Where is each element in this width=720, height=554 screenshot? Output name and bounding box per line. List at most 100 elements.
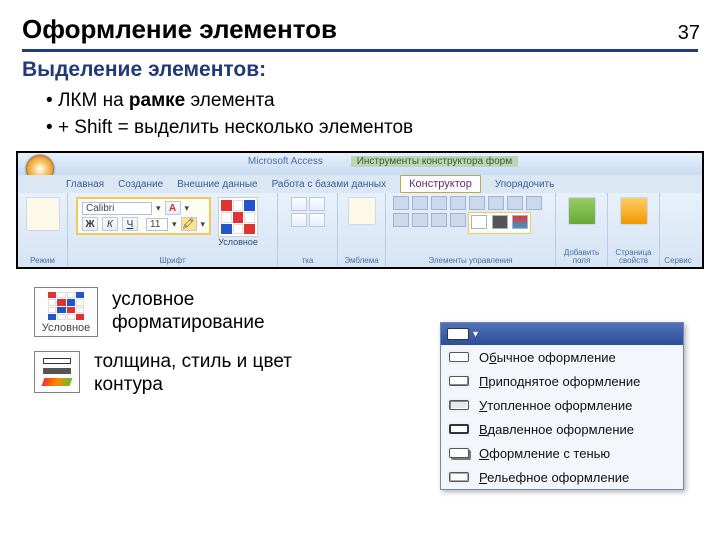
underline-icon[interactable]: Ч <box>122 217 138 231</box>
app-title-text: Microsoft Access <box>248 156 323 167</box>
control-icon[interactable] <box>507 196 523 210</box>
tab-home[interactable]: Главная <box>66 179 104 190</box>
group-add-fields: Добавить поля <box>556 193 608 267</box>
bullet-2: + Shift = выделить несколько элементов <box>46 115 720 142</box>
dropdown-item[interactable]: Утопленное оформление <box>441 393 683 417</box>
control-icon[interactable] <box>412 196 428 210</box>
control-icon[interactable] <box>488 196 504 210</box>
emblem-button-icon[interactable] <box>348 197 376 225</box>
group-prop-sheet: Страница свойств <box>608 193 660 267</box>
font-highlight: Calibri ▾ A ▾ Ж К Ч 11 ▾ 🖍 ▾ <box>76 197 211 235</box>
subtitle: Выделение элементов: <box>22 58 720 82</box>
bullet-list: ЛКМ на рамке элемента + Shift = выделить… <box>46 88 720 141</box>
grid-btn-4-icon[interactable] <box>309 213 325 227</box>
dropdown-header-swatch-icon <box>447 328 469 340</box>
group-emblem: Эмблема <box>338 193 386 267</box>
context-title: Инструменты конструктора форм <box>351 156 518 167</box>
control-icon[interactable] <box>412 213 428 227</box>
dropdown-header[interactable]: ▾ <box>441 323 683 345</box>
bullet-1-pre: ЛКМ на <box>58 90 129 111</box>
dropdown-item-icon <box>447 349 471 365</box>
line-style-icon <box>43 368 71 374</box>
group-service: Сервис <box>660 193 696 267</box>
group-controls: Элементы управления <box>386 193 556 267</box>
conditional-button-label: Условное <box>35 322 97 334</box>
dropdown-item-label: Рельефное оформление <box>479 470 629 485</box>
dropdown-item-label: Обычное оформление <box>479 350 616 365</box>
conditional-label: Условное <box>218 237 258 247</box>
font-name-select[interactable]: Calibri <box>82 202 152 215</box>
control-icon[interactable] <box>393 213 409 227</box>
group-prop-sheet-label: Страница свойств <box>614 249 653 265</box>
group-view-label: Режим <box>30 256 55 265</box>
add-fields-icon[interactable] <box>568 197 596 225</box>
fill-color-icon[interactable]: 🖍 <box>181 217 197 231</box>
conditional-button[interactable]: Условное <box>34 287 98 337</box>
line-color-icon[interactable] <box>512 215 528 229</box>
font-size-select[interactable]: 11 <box>146 218 168 231</box>
control-icon[interactable] <box>431 213 447 227</box>
line-tools-button[interactable] <box>34 351 80 393</box>
bold-icon[interactable]: Ж <box>82 217 98 231</box>
line-thickness-icon <box>43 358 71 364</box>
bullet-1-post: элемента <box>185 90 274 111</box>
dropdown-item[interactable]: Рельефное оформление <box>441 465 683 489</box>
group-service-label: Сервис <box>664 256 691 265</box>
tab-external[interactable]: Внешние данные <box>177 179 257 190</box>
control-icon[interactable] <box>393 196 409 210</box>
dropdown-item-icon <box>447 445 471 461</box>
chevron-down-icon: ▾ <box>473 329 478 340</box>
conditional-caption: условное форматирование <box>112 289 272 335</box>
control-icon[interactable] <box>431 196 447 210</box>
group-controls-label: Элементы управления <box>428 256 512 265</box>
control-icon[interactable] <box>450 196 466 210</box>
dropdown-item-icon <box>447 421 471 437</box>
bullet-1-bold: рамке <box>129 90 185 111</box>
group-add-fields-label: Добавить поля <box>562 249 601 265</box>
tab-create[interactable]: Создание <box>118 179 163 190</box>
grid-btn-1-icon[interactable] <box>291 197 307 211</box>
group-font: Calibri ▾ A ▾ Ж К Ч 11 ▾ 🖍 ▾ <box>68 193 278 267</box>
line-thickness-icon[interactable] <box>471 215 487 229</box>
tab-arrange[interactable]: Упорядочить <box>495 179 555 190</box>
ribbon-titlebar: Microsoft Access Инструменты конструктор… <box>18 153 702 175</box>
page-number: 37 <box>678 22 700 45</box>
control-icon[interactable] <box>469 196 485 210</box>
grid-btn-3-icon[interactable] <box>291 213 307 227</box>
control-icon[interactable] <box>450 213 466 227</box>
dropdown-item[interactable]: Приподнятое оформление <box>441 369 683 393</box>
ribbon-body: Режим Calibri ▾ A ▾ Ж К Ч 11 ▾ 🖍 ▾ <box>18 193 702 267</box>
grid-btn-2-icon[interactable] <box>309 197 325 211</box>
dropdown-item[interactable]: Оформление с тенью <box>441 441 683 465</box>
font-color-icon[interactable]: A <box>165 201 181 215</box>
group-grid-label: тка <box>302 256 314 265</box>
control-icon[interactable] <box>526 196 542 210</box>
dropdown-item-icon <box>447 397 471 413</box>
conditional-button-icon <box>48 292 84 320</box>
dropdown-item[interactable]: Обычное оформление <box>441 345 683 369</box>
dropdown-item-icon <box>447 469 471 485</box>
dropdown-item-label: Утопленное оформление <box>479 398 632 413</box>
tab-work[interactable]: Работа с базами данных <box>272 179 387 190</box>
prop-sheet-icon[interactable] <box>620 197 648 225</box>
group-font-label: Шрифт <box>159 256 185 265</box>
line-color-icon <box>42 378 73 386</box>
dropdown-item-label: Оформление с тенью <box>479 446 610 461</box>
app-title: Microsoft Access Инструменты конструктор… <box>68 156 698 167</box>
tab-constructor-callout[interactable]: Конструктор <box>400 175 481 193</box>
group-emblem-label: Эмблема <box>344 256 378 265</box>
dropdown-item-label: Приподнятое оформление <box>479 374 640 389</box>
ribbon-tabs: Главная Создание Внешние данные Работа с… <box>18 175 702 193</box>
dropdown-item[interactable]: Вдавленное оформление <box>441 417 683 441</box>
line-style-icon[interactable] <box>492 215 508 229</box>
dropdown-item-label: Вдавленное оформление <box>479 422 634 437</box>
italic-icon[interactable]: К <box>102 217 118 231</box>
view-button-icon[interactable] <box>26 197 60 231</box>
line-caption: толщина, стиль и цвет контура <box>94 351 304 397</box>
line-tools-highlight <box>468 212 531 234</box>
group-grid: тка <box>278 193 338 267</box>
dropdown-item-icon <box>447 373 471 389</box>
conditional-formatting-icon[interactable] <box>218 197 258 237</box>
bullet-1: ЛКМ на рамке элемента <box>46 88 720 115</box>
ribbon: Microsoft Access Инструменты конструктор… <box>16 151 704 269</box>
